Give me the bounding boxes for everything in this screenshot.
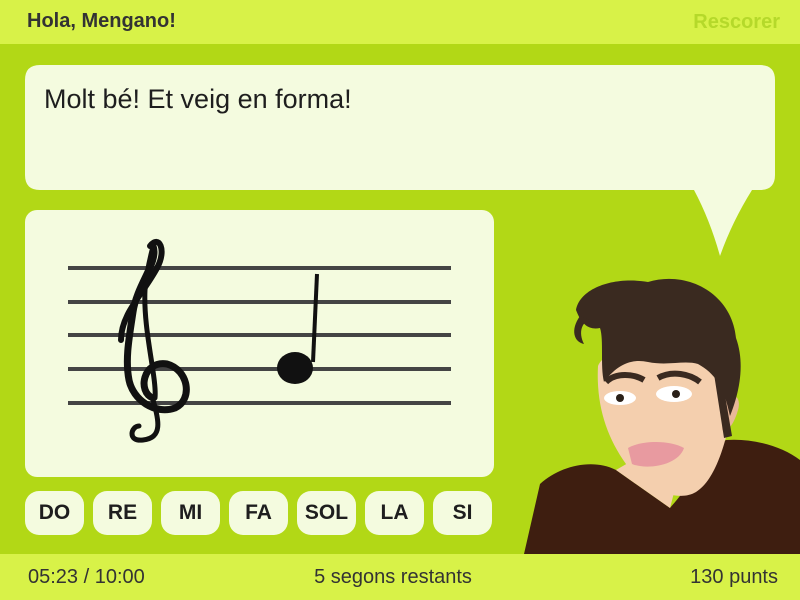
- quarter-note-icon: [277, 273, 319, 384]
- remaining-time-text: 5 segons restants: [314, 566, 472, 588]
- answer-button-sol[interactable]: SOL: [297, 491, 356, 535]
- answer-button-la[interactable]: LA: [365, 491, 424, 535]
- staff-lines: [68, 266, 451, 405]
- bottom-bar: 05:23 / 10:00 5 segons restants 130 punt…: [0, 554, 800, 600]
- speech-text: Molt bé! Et veig en forma!: [44, 84, 352, 114]
- answer-button-fa[interactable]: FA: [229, 491, 288, 535]
- hair-strand: [574, 316, 590, 344]
- music-staff: [68, 238, 451, 443]
- score-text: 130 punts: [690, 566, 778, 588]
- answer-button-mi[interactable]: MI: [161, 491, 220, 535]
- treble-clef-icon: [118, 238, 190, 443]
- answer-button-si[interactable]: SI: [433, 491, 492, 535]
- answer-button-re[interactable]: RE: [93, 491, 152, 535]
- character-avatar: [524, 278, 800, 554]
- music-staff-panel: [25, 210, 494, 477]
- answer-button-do[interactable]: DO: [25, 491, 84, 535]
